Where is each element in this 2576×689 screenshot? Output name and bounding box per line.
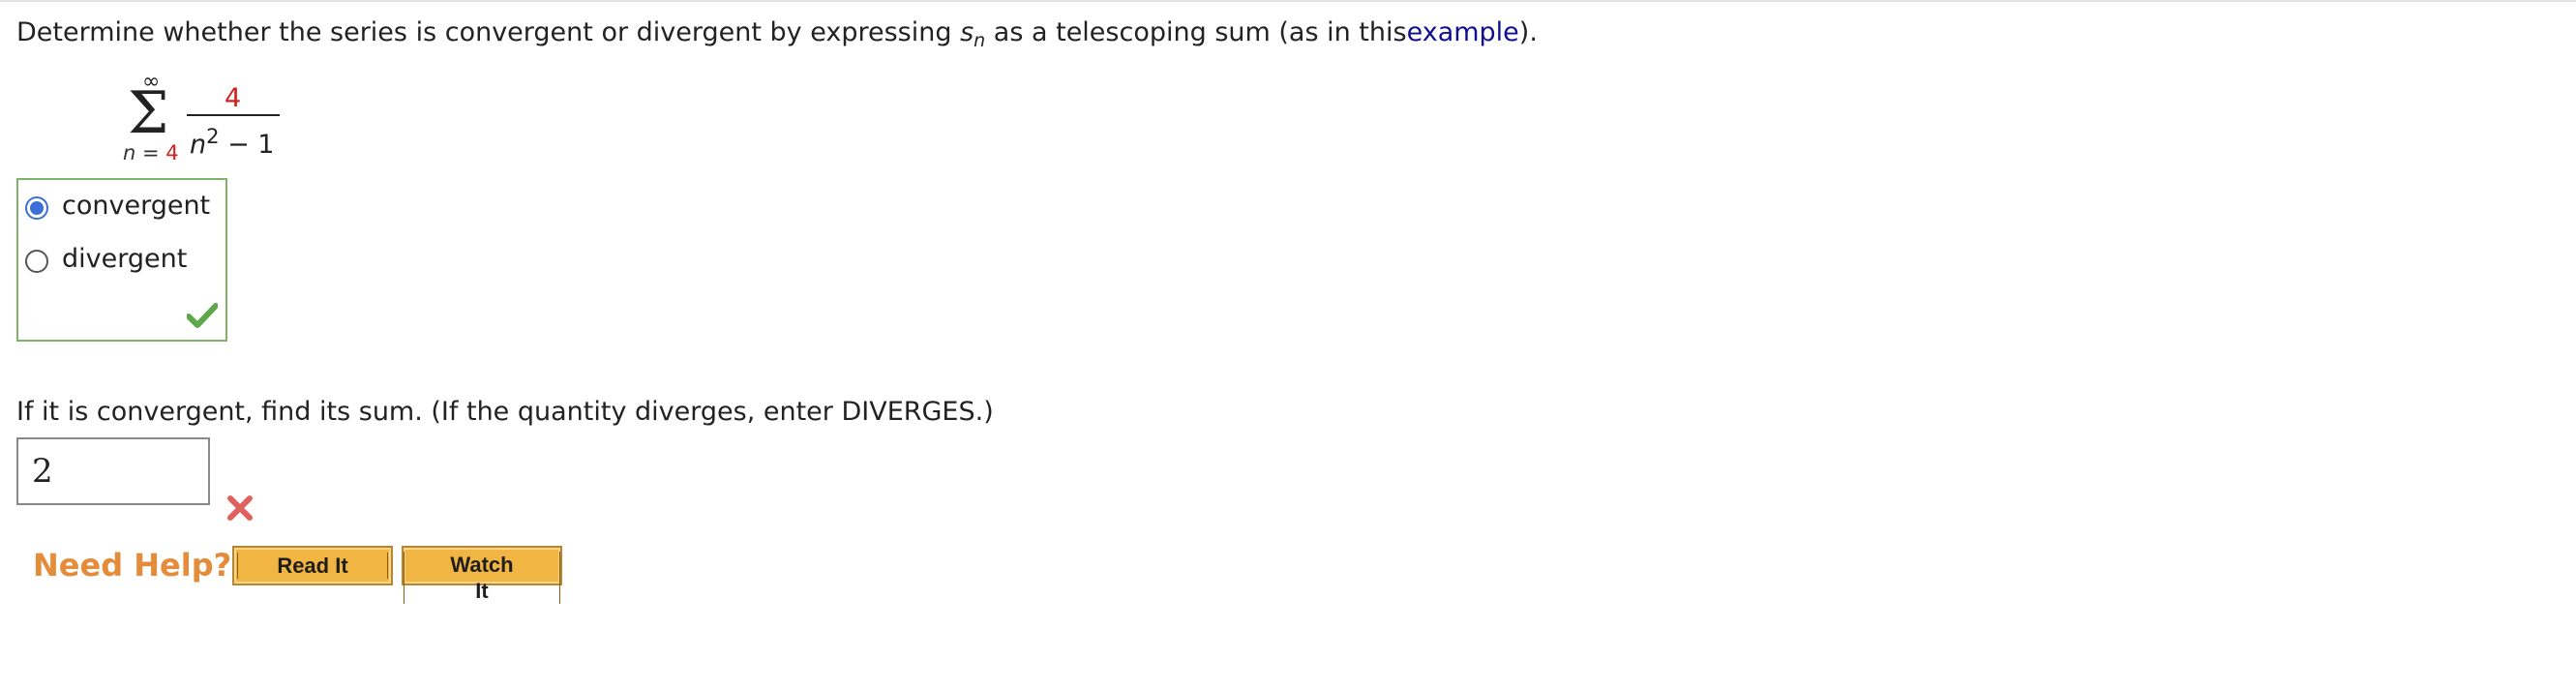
- answer-choices: convergent divergent: [16, 178, 227, 342]
- watch-it-label: Watch It: [404, 552, 560, 604]
- sum-question: If it is convergent, find its sum. (If t…: [16, 397, 994, 427]
- x-icon: [227, 495, 253, 521]
- radio-divergent[interactable]: [25, 250, 48, 273]
- read-it-label: Read It: [237, 553, 388, 579]
- need-help-label: Need Help?: [33, 547, 232, 584]
- watch-it-button[interactable]: Watch It: [402, 546, 562, 604]
- question-prompt: Determine whether the series is converge…: [16, 14, 1538, 60]
- question-prefix: Determine whether the series is converge…: [16, 17, 961, 47]
- question-middle: as a telescoping sum (as in this: [985, 17, 1407, 47]
- radio-convergent[interactable]: [25, 196, 48, 220]
- sum-answer-input[interactable]: 2: [16, 437, 210, 505]
- check-icon: [187, 303, 218, 328]
- lower-limit: n = 4: [123, 141, 179, 165]
- sigma-symbol: Σ: [128, 79, 169, 147]
- top-divider: [0, 0, 2576, 2]
- numerator: 4: [225, 83, 242, 113]
- lower-limit-value: 4: [165, 141, 179, 165]
- choice-label-divergent[interactable]: divergent: [62, 243, 187, 276]
- question-suffix: ).: [1518, 17, 1538, 47]
- example-link[interactable]: example: [1407, 17, 1519, 47]
- denominator: n2 − 1: [190, 125, 275, 160]
- sn-symbol: sn: [960, 17, 986, 51]
- fraction-bar: [187, 114, 280, 116]
- choice-label-convergent[interactable]: convergent: [62, 190, 210, 223]
- read-it-button[interactable]: Read It: [232, 546, 393, 585]
